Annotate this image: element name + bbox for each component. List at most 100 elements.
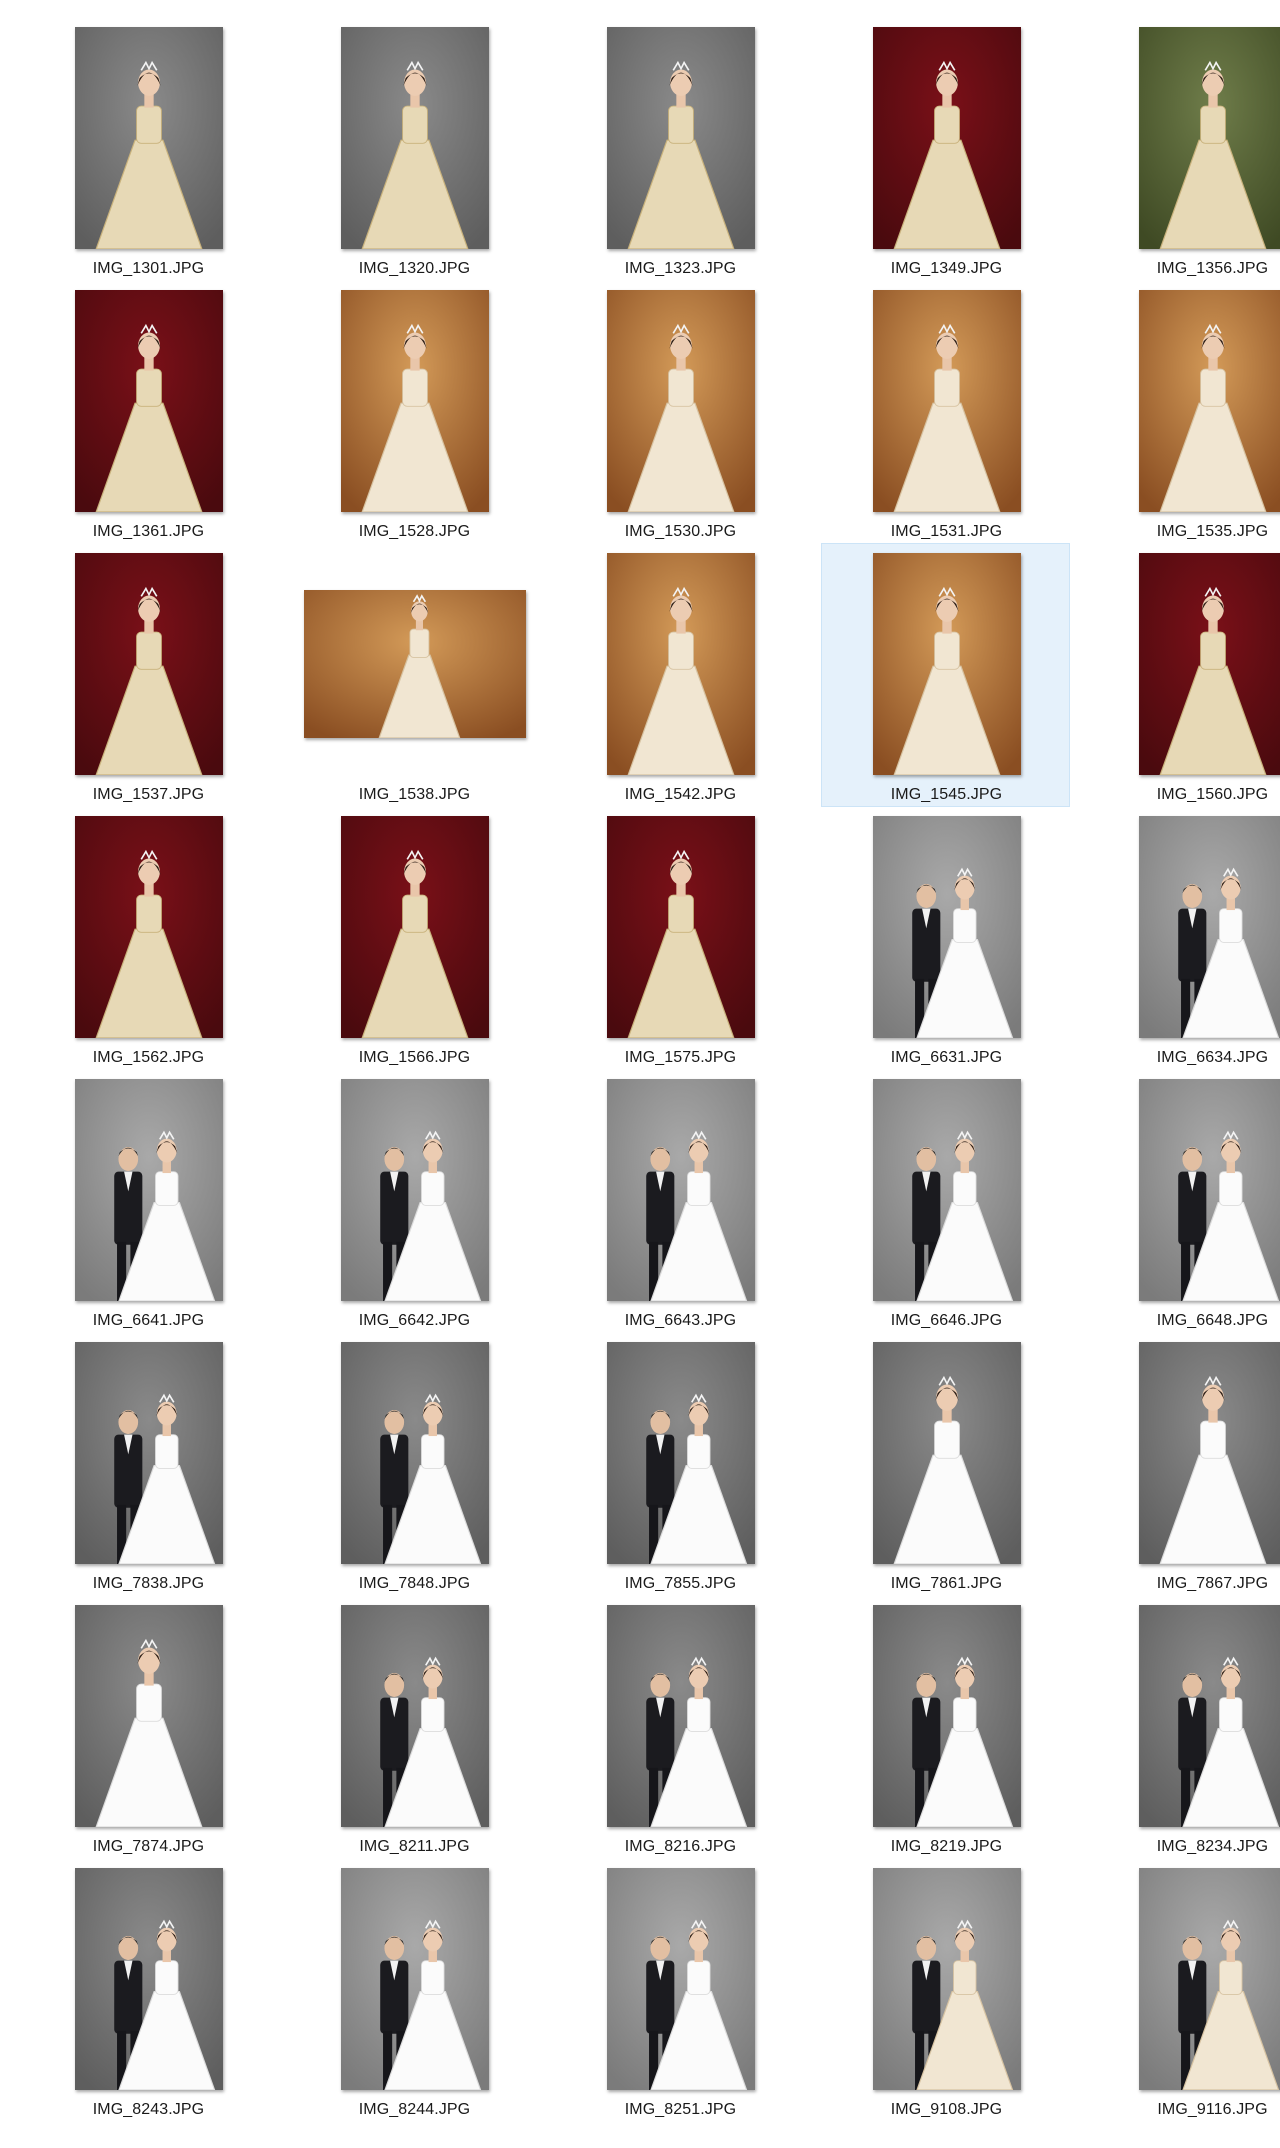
image-thumbnail[interactable] <box>340 27 489 249</box>
file-tile[interactable]: IMG_1530.JPG <box>555 280 804 544</box>
file-name-label: IMG_1349.JPG <box>890 260 1003 277</box>
file-tile[interactable]: IMG_1323.JPG <box>555 17 804 281</box>
image-thumbnail[interactable] <box>74 1868 223 2090</box>
image-thumbnail[interactable] <box>74 816 223 1038</box>
file-tile[interactable]: IMG_7838.JPG <box>23 1332 272 1596</box>
file-tile[interactable]: IMG_6642.JPG <box>289 1069 538 1333</box>
thumbnail-area <box>24 1596 273 1836</box>
image-thumbnail[interactable] <box>74 1605 223 1827</box>
file-tile[interactable]: IMG_6643.JPG <box>555 1069 804 1333</box>
file-tile[interactable]: IMG_1531.JPG <box>821 280 1070 544</box>
photo-preview <box>340 816 489 1038</box>
file-name-label: IMG_6641.JPG <box>92 1312 205 1329</box>
image-thumbnail[interactable] <box>1138 1605 1280 1827</box>
file-tile[interactable]: IMG_1545.JPG <box>821 543 1070 807</box>
file-tile[interactable]: IMG_1542.JPG <box>555 543 804 807</box>
image-thumbnail[interactable] <box>74 1342 223 1564</box>
file-tile[interactable]: IMG_7855.JPG <box>555 1332 804 1596</box>
image-thumbnail[interactable] <box>872 290 1021 512</box>
image-thumbnail[interactable] <box>606 553 755 775</box>
file-tile[interactable]: IMG_1566.JPG <box>289 806 538 1070</box>
file-tile[interactable]: IMG_6641.JPG <box>23 1069 272 1333</box>
file-name-label: IMG_1530.JPG <box>624 523 737 540</box>
file-tile[interactable]: IMG_1301.JPG <box>23 17 272 281</box>
file-tile[interactable]: IMG_6634.JPG <box>1087 806 1280 1070</box>
file-tile[interactable]: IMG_1535.JPG <box>1087 280 1280 544</box>
image-thumbnail[interactable] <box>872 1342 1021 1564</box>
image-thumbnail[interactable] <box>872 27 1021 249</box>
image-thumbnail[interactable] <box>606 1079 755 1301</box>
file-tile[interactable]: IMG_7848.JPG <box>289 1332 538 1596</box>
file-tile[interactable]: IMG_7867.JPG <box>1087 1332 1280 1596</box>
file-tile[interactable]: IMG_9108.JPG <box>821 1858 1070 2122</box>
file-tile[interactable]: IMG_1575.JPG <box>555 806 804 1070</box>
image-thumbnail[interactable] <box>74 27 223 249</box>
file-tile[interactable]: IMG_8251.JPG <box>555 1858 804 2122</box>
file-tile[interactable]: IMG_1537.JPG <box>23 543 272 807</box>
image-thumbnail[interactable] <box>1138 1079 1280 1301</box>
file-tile[interactable]: IMG_8216.JPG <box>555 1595 804 1859</box>
file-tile[interactable]: IMG_7861.JPG <box>821 1332 1070 1596</box>
image-thumbnail[interactable] <box>1138 27 1280 249</box>
image-thumbnail[interactable] <box>872 1868 1021 2090</box>
file-tile[interactable]: IMG_1349.JPG <box>821 17 1070 281</box>
file-name-label: IMG_6648.JPG <box>1156 1312 1269 1329</box>
image-thumbnail[interactable] <box>1138 553 1280 775</box>
file-tile[interactable]: IMG_6648.JPG <box>1087 1069 1280 1333</box>
image-thumbnail[interactable] <box>303 590 526 738</box>
file-tile[interactable]: IMG_6631.JPG <box>821 806 1070 1070</box>
image-thumbnail[interactable] <box>340 1605 489 1827</box>
image-thumbnail[interactable] <box>340 1868 489 2090</box>
file-tile[interactable]: IMG_8243.JPG <box>23 1858 272 2122</box>
image-thumbnail[interactable] <box>606 816 755 1038</box>
image-thumbnail[interactable] <box>340 816 489 1038</box>
file-tile[interactable]: IMG_8244.JPG <box>289 1858 538 2122</box>
image-thumbnail[interactable] <box>340 1079 489 1301</box>
image-thumbnail[interactable] <box>872 1079 1021 1301</box>
image-thumbnail[interactable] <box>606 1868 755 2090</box>
image-thumbnail[interactable] <box>74 553 223 775</box>
file-name-label: IMG_1575.JPG <box>624 1049 737 1066</box>
photo-preview <box>340 1868 489 2090</box>
file-name-label: IMG_6631.JPG <box>890 1049 1003 1066</box>
photo-preview <box>1138 1605 1280 1827</box>
image-thumbnail[interactable] <box>1138 1868 1280 2090</box>
image-thumbnail[interactable] <box>1138 1342 1280 1564</box>
file-tile[interactable]: IMG_8234.JPG <box>1087 1595 1280 1859</box>
image-thumbnail[interactable] <box>1138 290 1280 512</box>
file-tile[interactable]: IMG_8211.JPG <box>289 1595 538 1859</box>
file-name-label: IMG_1361.JPG <box>92 523 205 540</box>
file-tile[interactable]: IMG_1538.JPG <box>289 543 538 807</box>
image-thumbnail[interactable] <box>606 1342 755 1564</box>
image-thumbnail[interactable] <box>340 290 489 512</box>
file-tile[interactable]: IMG_6646.JPG <box>821 1069 1070 1333</box>
image-thumbnail[interactable] <box>872 553 1021 775</box>
image-thumbnail[interactable] <box>1138 816 1280 1038</box>
file-tile[interactable]: IMG_9116.JPG <box>1087 1858 1280 2122</box>
photo-preview <box>1138 1079 1280 1301</box>
file-name-label: IMG_7855.JPG <box>624 1575 737 1592</box>
file-tile[interactable]: IMG_8219.JPG <box>821 1595 1070 1859</box>
image-thumbnail[interactable] <box>606 1605 755 1827</box>
thumbnail-area <box>290 18 539 258</box>
file-tile[interactable]: IMG_1562.JPG <box>23 806 272 1070</box>
image-thumbnail[interactable] <box>74 290 223 512</box>
thumbnail-area <box>290 1333 539 1573</box>
image-thumbnail[interactable] <box>74 1079 223 1301</box>
photo-preview <box>74 1079 223 1301</box>
thumbnail-area <box>24 1333 273 1573</box>
file-tile[interactable]: IMG_1320.JPG <box>289 17 538 281</box>
file-tile[interactable]: IMG_7874.JPG <box>23 1595 272 1859</box>
file-tile[interactable]: IMG_1361.JPG <box>23 280 272 544</box>
image-thumbnail[interactable] <box>872 816 1021 1038</box>
thumbnail-area <box>556 1596 805 1836</box>
image-thumbnail[interactable] <box>606 290 755 512</box>
file-tile[interactable]: IMG_1528.JPG <box>289 280 538 544</box>
file-tile[interactable]: IMG_1356.JPG <box>1087 17 1280 281</box>
file-tile[interactable]: IMG_1560.JPG <box>1087 543 1280 807</box>
photo-preview <box>872 553 1021 775</box>
image-thumbnail[interactable] <box>340 1342 489 1564</box>
image-thumbnail[interactable] <box>872 1605 1021 1827</box>
image-thumbnail[interactable] <box>606 27 755 249</box>
file-name-label: IMG_6646.JPG <box>890 1312 1003 1329</box>
